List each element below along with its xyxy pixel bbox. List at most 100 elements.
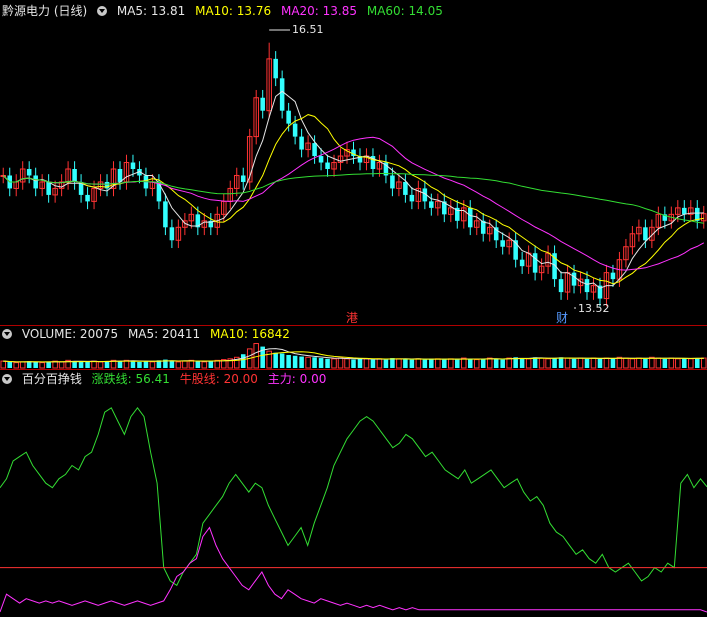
candle-down bbox=[532, 253, 538, 273]
volume-bar-down bbox=[286, 355, 291, 368]
volume-bar-down bbox=[467, 358, 473, 368]
volume-bar-up bbox=[376, 358, 383, 369]
volume-bar-down bbox=[519, 358, 525, 368]
candle-down bbox=[429, 201, 434, 208]
volume-bar-up bbox=[435, 358, 441, 369]
candle-down bbox=[292, 123, 298, 137]
volume-bar-up bbox=[149, 361, 156, 369]
price-panel bbox=[0, 29, 707, 309]
candle-down bbox=[279, 78, 285, 111]
volume-bar-up bbox=[603, 357, 610, 369]
volume-bar-down bbox=[137, 361, 142, 368]
volume-bar-up bbox=[616, 356, 623, 369]
volume-bar-up bbox=[577, 357, 584, 369]
main-force-line bbox=[0, 526, 707, 613]
volume-bar-up bbox=[182, 360, 188, 369]
candle-down bbox=[72, 169, 77, 182]
volume-bar-down bbox=[558, 357, 564, 368]
candle-down bbox=[325, 162, 330, 169]
volume-bar-up bbox=[448, 358, 454, 369]
candle-down bbox=[240, 175, 246, 182]
marker-gang[interactable]: 港 bbox=[346, 311, 358, 325]
low-price-label: 13.52 bbox=[578, 302, 610, 315]
volume-bar-down bbox=[208, 361, 214, 368]
volume-bar-down bbox=[312, 357, 317, 368]
candle-down bbox=[643, 227, 648, 241]
candle-down bbox=[467, 207, 473, 228]
volume-bar-up bbox=[623, 357, 629, 369]
candle-down bbox=[299, 136, 304, 150]
candle-down bbox=[558, 279, 564, 293]
volume-bar-down bbox=[240, 354, 246, 368]
volume-bar-down bbox=[403, 358, 408, 368]
volume-bar-down bbox=[500, 359, 505, 368]
volume-bar-down bbox=[143, 361, 149, 368]
volume-bar-down bbox=[117, 361, 123, 368]
volume-bar-up bbox=[655, 357, 662, 369]
volume-bar-down bbox=[357, 358, 363, 368]
volume-bar-down bbox=[429, 358, 434, 368]
volume-bar-down bbox=[442, 359, 447, 368]
volume-panel bbox=[0, 343, 707, 369]
ma60-line bbox=[2, 173, 704, 224]
volume-bar-down bbox=[493, 358, 499, 368]
volume-bar-down bbox=[383, 359, 389, 368]
volume-bar-down bbox=[584, 358, 590, 368]
volume-bar-up bbox=[564, 357, 571, 369]
volume-bar-up bbox=[91, 360, 97, 369]
volume-bar-down bbox=[195, 361, 201, 368]
volume-bar-down bbox=[682, 358, 687, 368]
marker-cai[interactable]: 财 bbox=[556, 311, 568, 325]
volume-bar-down bbox=[33, 361, 38, 368]
volume-bar-up bbox=[675, 358, 681, 369]
candle-down bbox=[85, 194, 90, 202]
volume-bar-down bbox=[480, 358, 486, 368]
volume-bar-up bbox=[649, 356, 655, 369]
high-price-label: 16.51 bbox=[292, 23, 324, 36]
volume-bar-up bbox=[344, 358, 350, 369]
volume-bar-down bbox=[130, 361, 136, 368]
volume-bar-up bbox=[253, 343, 259, 369]
volume-bar-up bbox=[39, 362, 45, 369]
volume-bar-up bbox=[629, 358, 636, 369]
volume-bar-down bbox=[610, 358, 616, 368]
volume-bar-up bbox=[668, 357, 675, 369]
volume-bar-up bbox=[688, 358, 694, 369]
candle-down bbox=[500, 240, 505, 247]
volume-bar-up bbox=[415, 358, 422, 369]
candle-down bbox=[571, 272, 577, 286]
volume-bar-down bbox=[662, 358, 668, 368]
volume-bar-up bbox=[545, 358, 551, 369]
indicator-panel bbox=[0, 406, 707, 613]
volume-bar-down bbox=[597, 358, 603, 368]
candle-down bbox=[682, 207, 687, 215]
candle-down bbox=[260, 97, 265, 111]
volume-bar-down bbox=[390, 358, 395, 368]
volume-bar-up bbox=[636, 357, 642, 369]
volume-bar-up bbox=[337, 357, 344, 369]
volume-bar-down bbox=[571, 358, 577, 368]
volume-bar-up bbox=[538, 357, 545, 369]
volume-bar-down bbox=[552, 358, 557, 368]
volume-bar-down bbox=[455, 359, 460, 368]
candle-down bbox=[273, 58, 278, 79]
candle-down bbox=[584, 279, 590, 293]
volume-bar-down bbox=[78, 361, 84, 368]
volume-bar-down bbox=[7, 361, 12, 368]
volume-bar-down bbox=[318, 358, 324, 368]
volume-bar-up bbox=[590, 357, 597, 369]
volume-bar-up bbox=[19, 361, 26, 369]
candle-down bbox=[46, 181, 51, 195]
volume-bar-down bbox=[370, 359, 376, 368]
volume-bar-down bbox=[695, 358, 700, 368]
volume-bar-up bbox=[175, 361, 182, 369]
candle-down bbox=[26, 169, 32, 176]
candle-down bbox=[403, 181, 408, 195]
volume-bar-down bbox=[169, 361, 175, 368]
candle-down bbox=[117, 169, 123, 182]
volume-bar-down bbox=[104, 361, 110, 368]
stock-chart-canvas[interactable]: 16.51 13.52 港 财 bbox=[0, 0, 707, 617]
volume-bar-up bbox=[506, 357, 512, 369]
candle-down bbox=[33, 175, 38, 189]
ma5-line bbox=[2, 90, 704, 289]
